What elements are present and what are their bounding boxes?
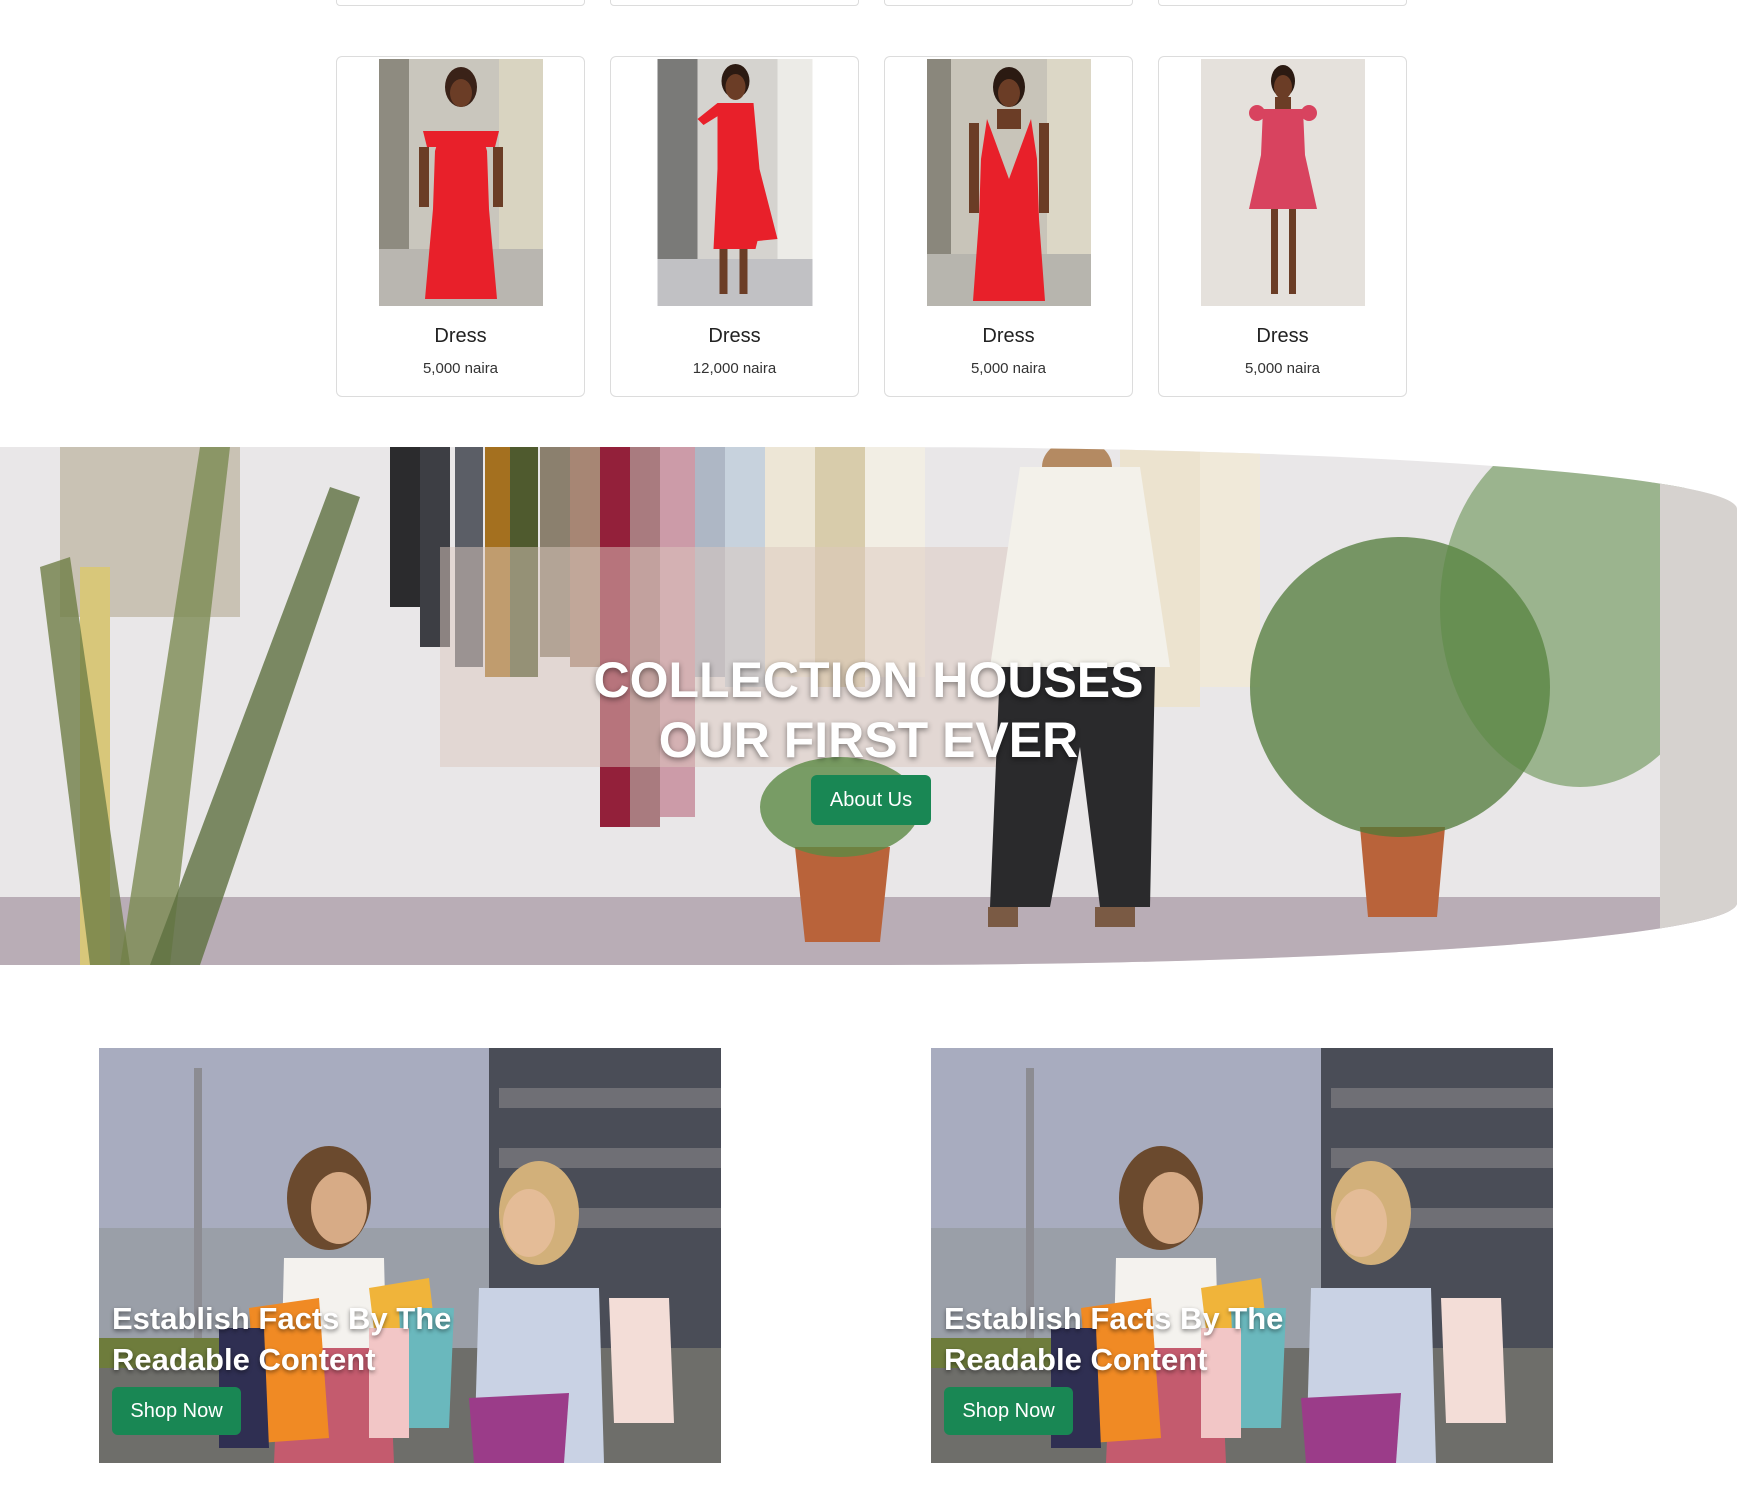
dress-photo[interactable] — [378, 59, 543, 306]
hero-title-line: OUR FIRST EVER — [658, 712, 1079, 768]
promo-headline-line: Readable Content — [944, 1342, 1208, 1377]
card-stub — [336, 0, 585, 6]
promo-tile: Establish Facts By The Readable Content … — [931, 1048, 1553, 1463]
product-name: Dress — [708, 325, 761, 347]
card-stub — [1158, 0, 1407, 6]
promo-headline-line: Establish Facts By The — [944, 1301, 1284, 1336]
promo-headline-line: Readable Content — [112, 1342, 376, 1377]
product-card[interactable]: Dress 12,000 naira — [610, 56, 859, 397]
shop-now-button[interactable]: Shop Now — [112, 1387, 241, 1435]
product-price: 12,000 naira — [692, 360, 777, 377]
product-price: 5,000 naira — [970, 360, 1047, 377]
shop-now-button[interactable]: Shop Now — [944, 1387, 1073, 1435]
product-card[interactable]: Dress 5,000 naira — [1158, 56, 1407, 397]
product-name: Dress — [1256, 325, 1309, 347]
promo-headline: Establish Facts By The Readable Content — [944, 1298, 1324, 1380]
hero-banner: COLLECTION HOUSES OUR FIRST EVER About U… — [0, 447, 1737, 965]
about-us-button[interactable]: About Us — [811, 775, 931, 825]
product-name: Dress — [982, 325, 1035, 347]
promo-headline: Establish Facts By The Readable Content — [112, 1298, 492, 1380]
hero-title: COLLECTION HOUSES OUR FIRST EVER — [0, 650, 1737, 770]
dress-photo[interactable] — [657, 59, 812, 306]
dress-photo[interactable] — [1200, 59, 1365, 306]
product-card[interactable]: Dress 5,000 naira — [336, 56, 585, 397]
card-stub — [884, 0, 1133, 6]
product-price: 5,000 naira — [422, 360, 499, 377]
promo-headline-line: Establish Facts By The — [112, 1301, 452, 1336]
dress-photo[interactable] — [926, 59, 1091, 306]
promo-tile: Establish Facts By The Readable Content … — [99, 1048, 721, 1463]
hero-title-line: COLLECTION HOUSES — [593, 652, 1144, 708]
card-stub — [610, 0, 859, 6]
product-price: 5,000 naira — [1244, 360, 1321, 377]
product-card[interactable]: Dress 5,000 naira — [884, 56, 1133, 397]
product-name: Dress — [434, 325, 487, 347]
